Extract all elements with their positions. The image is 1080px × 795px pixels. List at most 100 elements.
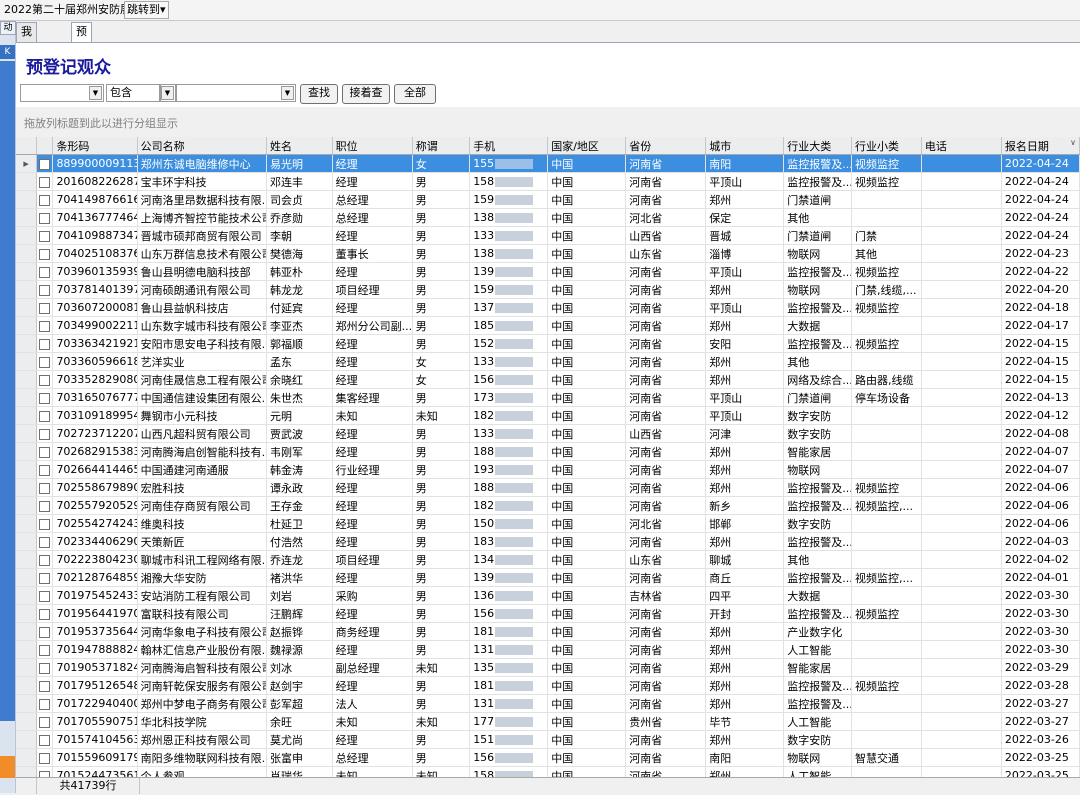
left-strip-button[interactable]: 动 — [0, 21, 16, 35]
cell-mobile[interactable]: 136 — [469, 586, 549, 605]
row-checkbox[interactable] — [39, 608, 51, 620]
cell-barcode[interactable]: 7015244735610 — [52, 766, 138, 777]
row-indicator[interactable] — [16, 244, 38, 263]
row-indicator[interactable] — [16, 334, 38, 353]
cell-mobile[interactable]: 133 — [469, 352, 549, 371]
cell-industry[interactable]: 监控报警及... — [783, 172, 853, 191]
cell-subindustry[interactable] — [851, 352, 922, 371]
cell-reg-date[interactable]: 2022-04-08 — [1001, 424, 1080, 443]
cell-barcode[interactable]: 7034990022110 — [52, 316, 138, 335]
cell-industry[interactable]: 大数据 — [783, 586, 853, 605]
cell-title[interactable]: 男 — [412, 586, 471, 605]
cell-mobile[interactable]: 193 — [469, 460, 549, 479]
row-indicator[interactable] — [16, 550, 38, 569]
cell-province[interactable]: 山西省 — [625, 226, 707, 245]
cell-company[interactable]: 宝丰环宇科技 — [137, 172, 267, 191]
cell-subindustry[interactable] — [851, 460, 922, 479]
cell-city[interactable]: 聊城 — [705, 550, 785, 569]
cell-barcode[interactable]: 7036072000818 — [52, 298, 138, 317]
col-header-barcode[interactable]: 条形码 — [52, 137, 138, 155]
cell-title[interactable]: 女 — [412, 154, 471, 173]
cell-barcode[interactable]: 7040251083769 — [52, 244, 138, 263]
cell-title[interactable]: 男 — [412, 748, 471, 767]
row-indicator[interactable] — [16, 406, 38, 425]
cell-position[interactable]: 项目经理 — [332, 550, 413, 569]
cell-industry[interactable]: 物联网 — [783, 280, 853, 299]
cell-city[interactable]: 郑州 — [705, 280, 785, 299]
cell-country[interactable]: 中国 — [547, 496, 627, 515]
cell-subindustry[interactable] — [851, 622, 922, 641]
col-header-industry[interactable]: 行业大类 — [783, 137, 853, 155]
cell-mobile[interactable]: 158 — [469, 172, 549, 191]
cell-reg-date[interactable]: 2022-04-24 — [1001, 172, 1080, 191]
cell-reg-date[interactable]: 2022-04-24 — [1001, 226, 1080, 245]
cell-phone[interactable] — [921, 316, 1002, 335]
row-checkbox[interactable] — [39, 230, 51, 242]
table-row[interactable]: 7041498766163 河南洛里昂数据科技有限...司会贞 总经理 男 159 中国 河… — [16, 190, 1080, 209]
cell-subindustry[interactable]: 视频监控 — [851, 334, 922, 353]
cell-country[interactable]: 中国 — [547, 244, 627, 263]
table-row[interactable]: 7033605966184 艺洋实业 孟东 经理 女 133 中国 河南省 郑州 其他 2022-0… — [16, 352, 1080, 371]
cell-phone[interactable] — [921, 730, 1002, 749]
cell-company[interactable]: 河南佳存商贸有限公司 — [137, 496, 267, 515]
cell-mobile[interactable]: 158 — [469, 766, 549, 777]
cell-name[interactable]: 赵剑宇 — [266, 676, 333, 695]
operator-select[interactable]: 包含 — [106, 84, 160, 102]
row-checkbox[interactable] — [39, 266, 51, 278]
sort-descending-icon[interactable]: ∨ — [1070, 138, 1076, 147]
row-indicator[interactable] — [16, 568, 38, 587]
cell-title[interactable]: 男 — [412, 280, 471, 299]
cell-name[interactable]: 乔连龙 — [266, 550, 333, 569]
cell-position[interactable]: 郑州分公司副... — [332, 316, 413, 335]
cell-city[interactable]: 新乡 — [705, 496, 785, 515]
cell-company[interactable]: 湘豫大华安防 — [137, 568, 267, 587]
row-indicator[interactable] — [16, 640, 38, 659]
cell-province[interactable]: 山东省 — [625, 244, 707, 263]
cell-industry[interactable]: 产业数字化 — [783, 622, 853, 641]
cell-industry[interactable]: 物联网 — [783, 460, 853, 479]
cell-name[interactable]: 杜延卫 — [266, 514, 333, 533]
table-row[interactable]: 7021287648597 湘豫大华安防 褚洪华 经理 男 139 中国 河南省 商丘 监控报警及… — [16, 568, 1080, 587]
cell-mobile[interactable]: 181 — [469, 676, 549, 695]
cell-title[interactable]: 男 — [412, 694, 471, 713]
cell-reg-date[interactable]: 2022-04-24 — [1001, 154, 1080, 173]
cell-mobile[interactable]: 173 — [469, 388, 549, 407]
cell-phone[interactable] — [921, 190, 1002, 209]
row-indicator[interactable] — [16, 352, 38, 371]
cell-barcode[interactable]: 7033605966184 — [52, 352, 138, 371]
cell-name[interactable]: 韩龙龙 — [266, 280, 333, 299]
cell-title[interactable]: 未知 — [412, 658, 471, 677]
cell-name[interactable]: 莫尤尚 — [266, 730, 333, 749]
cell-name[interactable]: 韩金涛 — [266, 460, 333, 479]
cell-phone[interactable] — [921, 334, 1002, 353]
cell-company[interactable]: 个人参观 — [137, 766, 267, 777]
cell-subindustry[interactable]: 智慧交通 — [851, 748, 922, 767]
cell-phone[interactable] — [921, 640, 1002, 659]
table-row[interactable]: 7019537356446 河南华象电子科技有限公司赵振铧 商务经理 男 181 中国 河南… — [16, 622, 1080, 641]
cell-mobile[interactable]: 139 — [469, 568, 549, 587]
cell-title[interactable]: 男 — [412, 676, 471, 695]
cell-name[interactable]: 邓连丰 — [266, 172, 333, 191]
cell-title[interactable]: 男 — [412, 442, 471, 461]
table-row[interactable]: ▶ 8899000091132 郑州东诚电脑维修中心 易光明 经理 女 155 中国 河南省 南阳… — [16, 154, 1080, 173]
cell-industry[interactable]: 物联网 — [783, 748, 853, 767]
cell-company[interactable]: 河南洛里昂数据科技有限... — [137, 190, 267, 209]
cell-city[interactable]: 郑州 — [705, 640, 785, 659]
cell-position[interactable]: 总经理 — [332, 190, 413, 209]
row-checkbox[interactable] — [39, 158, 51, 170]
table-row[interactable]: 7037814013974 河南硕朗通讯有限公司 韩龙龙 项目经理 男 159 中国 河南省 郑… — [16, 280, 1080, 299]
cell-phone[interactable] — [921, 442, 1002, 461]
row-indicator[interactable] — [16, 262, 38, 281]
cell-country[interactable]: 中国 — [547, 730, 627, 749]
row-checkbox[interactable] — [39, 284, 51, 296]
cell-subindustry[interactable]: 视频监控 — [851, 676, 922, 695]
cell-company[interactable]: 晋城市硕邦商贸有限公司 — [137, 226, 267, 245]
cell-phone[interactable] — [921, 694, 1002, 713]
cell-subindustry[interactable] — [851, 208, 922, 227]
cell-barcode[interactable]: 7015741045633 — [52, 730, 138, 749]
cell-industry[interactable]: 网络及综合... — [783, 370, 853, 389]
cell-barcode[interactable]: 7017951265481 — [52, 676, 138, 695]
cell-barcode[interactable]: 7023344062902 — [52, 532, 138, 551]
cell-company[interactable]: 聊城市科讯工程网络有限... — [137, 550, 267, 569]
cell-industry[interactable]: 监控报警及... — [783, 298, 853, 317]
